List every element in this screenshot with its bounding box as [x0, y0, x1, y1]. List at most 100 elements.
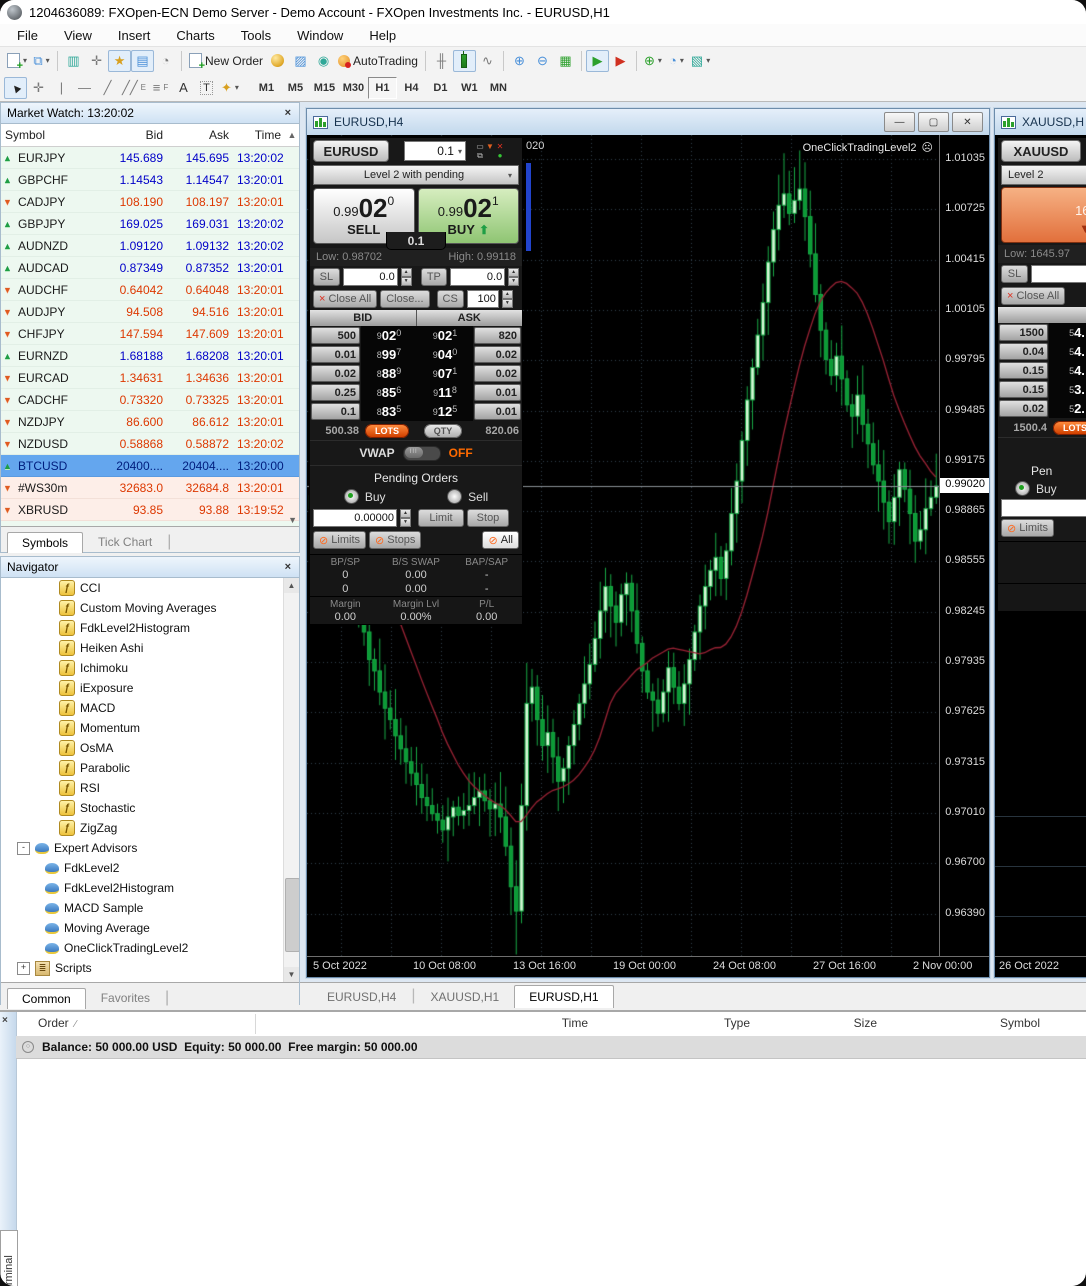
ask-price-cell[interactable]: 9021	[417, 326, 473, 345]
tab-common[interactable]: Common	[7, 988, 86, 1009]
metaeditor-button[interactable]: ▨	[289, 50, 312, 72]
ask-volume-cell[interactable]: 0.02	[474, 346, 521, 363]
navigator-item-osma[interactable]: ƒOsMA	[1, 738, 299, 758]
vwap-toggle[interactable]: III	[403, 446, 441, 461]
time-axis[interactable]: 5 Oct 202210 Oct 08:0013 Oct 16:0019 Oct…	[307, 956, 989, 977]
market-watch-row-AUDCHF[interactable]: ▼AUDCHF0.640420.6404813:20:01	[1, 279, 299, 301]
delete-stops-button[interactable]: ⊘ Stops	[369, 531, 421, 549]
bid-price-cell[interactable]: 54.	[1049, 361, 1086, 380]
bid-volume-cell[interactable]: 1500	[999, 324, 1048, 341]
bid-volume-cell[interactable]: 0.1	[311, 403, 360, 420]
menu-view[interactable]: View	[51, 26, 105, 45]
bid-price-cell[interactable]: 8997	[361, 345, 417, 364]
tp-stepper[interactable]: ▲▼	[508, 268, 519, 286]
menu-tools[interactable]: Tools	[228, 26, 284, 45]
navigator-scrollbar[interactable]: ▲ ▼	[283, 578, 299, 982]
indicators-button[interactable]: ⊕▾	[641, 50, 665, 72]
chart-window-titlebar[interactable]: XAUUSD,H	[995, 109, 1086, 135]
chart-tab-xauusd-h1[interactable]: XAUUSD,H1	[416, 985, 515, 1008]
ask-price-cell[interactable]: 9125	[417, 402, 473, 421]
qty-toggle-button[interactable]: QTY	[424, 424, 463, 438]
menu-window[interactable]: Window	[284, 26, 356, 45]
chart-shift-button[interactable]: ▶	[609, 50, 632, 72]
lots-toggle-button[interactable]: LOTS	[1053, 421, 1086, 435]
close-all-button[interactable]: ×Close All	[1001, 287, 1065, 305]
navigator-item-fdklevel2[interactable]: FdkLevel2	[1, 858, 299, 878]
bid-price-cell[interactable]: 54.	[1049, 342, 1086, 361]
market-watch-row-EURNZD[interactable]: ▲EURNZD1.681881.6820813:20:01	[1, 345, 299, 367]
bid-price-cell[interactable]: 9020	[361, 326, 417, 345]
sl-button[interactable]: SL	[1001, 265, 1028, 283]
bid-volume-cell[interactable]: 0.02	[999, 400, 1048, 417]
close-button[interactable]: ✕	[952, 112, 983, 132]
pending-price-stepper[interactable]: ▲▼	[400, 509, 411, 527]
scroll-down-icon[interactable]: ▼	[288, 515, 297, 525]
sl-button[interactable]: SL	[313, 268, 340, 286]
delete-limits-button[interactable]: ⊘ Limits	[313, 531, 366, 549]
cs-button[interactable]: CS	[437, 290, 464, 308]
timeframe-m15[interactable]: M15	[310, 77, 339, 99]
close-button[interactable]: Close...	[380, 290, 429, 308]
timeframe-m30[interactable]: M30	[339, 77, 368, 99]
tab-symbols[interactable]: Symbols	[7, 532, 83, 553]
auto-scroll-button[interactable]: ▶	[586, 50, 609, 72]
column-type[interactable]: Type	[680, 1016, 750, 1030]
delete-limits-button[interactable]: ⊘ Limits	[1001, 519, 1054, 537]
navigator-item-parabolic[interactable]: ƒParabolic	[1, 758, 299, 778]
sl-input[interactable]: 0.0	[1031, 265, 1086, 283]
bid-price-cell[interactable]: 52.	[1049, 399, 1086, 418]
bid-price-cell[interactable]: 8889	[361, 364, 417, 383]
market-watch-row-CHFJPY[interactable]: ▼CHFJPY147.594147.60913:20:01	[1, 323, 299, 345]
column-time[interactable]: Time	[233, 128, 285, 142]
bid-price-cell[interactable]: 53.	[1049, 380, 1086, 399]
chart-tab-eurusd-h4[interactable]: EURUSD,H4	[312, 985, 411, 1008]
market-watch-row-CADCHF[interactable]: ▼CADCHF0.733200.7332513:20:01	[1, 389, 299, 411]
column-ask[interactable]: Ask	[167, 128, 233, 142]
bid-volume-cell[interactable]: 0.04	[999, 343, 1048, 360]
buy-radio[interactable]: Buy	[1015, 481, 1086, 496]
lot-size-combo[interactable]: 0.1▾	[404, 141, 466, 161]
candlestick-chart-button[interactable]	[453, 50, 476, 72]
text-label-button[interactable]: T	[195, 77, 218, 99]
lots-toggle-button[interactable]: LOTS	[365, 424, 409, 438]
tab-favorites[interactable]: Favorites	[86, 987, 165, 1008]
navigator-item-macd-sample[interactable]: MACD Sample	[1, 898, 299, 918]
market-watch-row-EURJPY[interactable]: ▲EURJPY145.689145.69513:20:02	[1, 147, 299, 169]
cs-input[interactable]: 100	[467, 290, 499, 308]
ask-volume-cell[interactable]: 0.01	[474, 403, 521, 420]
navigator-item-iexposure[interactable]: ƒiExposure	[1, 678, 299, 698]
navigator-item-stochastic[interactable]: ƒStochastic	[1, 798, 299, 818]
ask-volume-cell[interactable]: 820	[474, 327, 521, 344]
restore-button[interactable]: ▢	[918, 112, 949, 132]
bid-price-cell[interactable]: 54.	[1049, 323, 1086, 342]
panel-symbol-button[interactable]: EURUSD	[313, 140, 389, 162]
market-watch-toggle-button[interactable]: ★	[108, 50, 131, 72]
bid-price-cell[interactable]: 8835	[361, 402, 417, 421]
delete-all-button[interactable]: ⊘ All	[482, 531, 519, 549]
zoom-in-button[interactable]: ⊕	[508, 50, 531, 72]
new-order-button[interactable]: New Order	[186, 50, 266, 72]
market-watch-header[interactable]: Market Watch: 13:20:02 ×	[1, 103, 299, 124]
close-all-button[interactable]: ×Close All	[313, 290, 377, 308]
sl-input[interactable]: 0.0	[343, 268, 398, 286]
sl-stepper[interactable]: ▲▼	[401, 268, 412, 286]
minimize-button[interactable]: —	[884, 112, 915, 132]
bid-volume-cell[interactable]: 500	[311, 327, 360, 344]
crosshair-mode-button[interactable]: ✛	[85, 50, 108, 72]
market-watch-row-WS30m[interactable]: ▼#WS30m32683.032684.813:20:01	[1, 477, 299, 499]
trendline-button[interactable]: ╱	[96, 77, 119, 99]
expand-icon[interactable]: +	[17, 962, 30, 975]
market-watch-row-AUDJPY[interactable]: ▼AUDJPY94.50894.51613:20:01	[1, 301, 299, 323]
close-icon[interactable]: ×	[283, 561, 293, 573]
menu-charts[interactable]: Charts	[163, 26, 227, 45]
balance-row[interactable]: ○ Balance: 50 000.00 USD Equity: 50 000.…	[16, 1036, 1086, 1059]
bid-volume-cell[interactable]: 0.25	[311, 384, 360, 401]
lot-badge[interactable]: 0.1	[386, 232, 446, 250]
timeframe-m5[interactable]: M5	[281, 77, 310, 99]
horizontal-line-button[interactable]: —	[73, 77, 96, 99]
panel-mode-dropdown[interactable]: Level 2	[1001, 165, 1086, 185]
menu-help[interactable]: Help	[356, 26, 409, 45]
close-icon[interactable]: ✕	[495, 142, 505, 151]
bid-volume-cell[interactable]: 0.15	[999, 362, 1048, 379]
close-icon[interactable]: ×	[283, 107, 293, 119]
